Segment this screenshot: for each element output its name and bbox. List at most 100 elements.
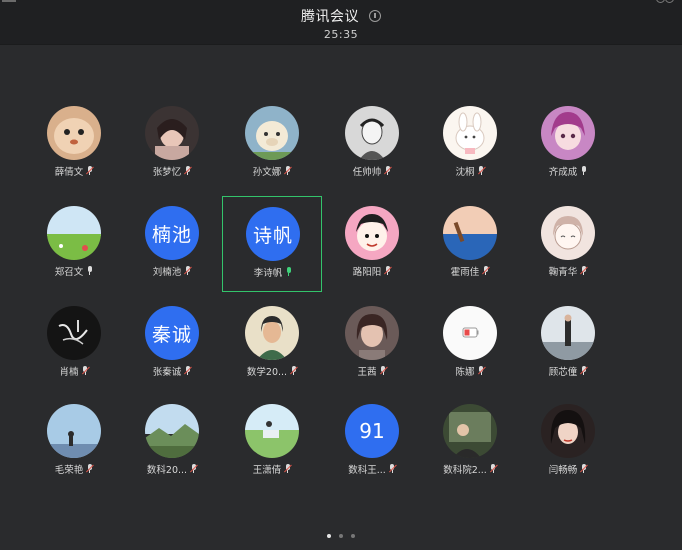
participant-tile[interactable]: 霍雨佳	[420, 196, 520, 292]
participant-tile[interactable]: 王潇倩	[222, 394, 322, 490]
mic-muted-icon	[379, 366, 388, 376]
avatar-initials: 楠池	[145, 206, 199, 260]
participant-tile[interactable]: 闫畅畅	[518, 394, 618, 490]
participant-name-row: 王潇倩	[222, 462, 322, 476]
mic-muted-icon	[384, 266, 393, 276]
mic-muted-icon	[388, 464, 397, 474]
participant-name-row: 路阳阳	[322, 264, 422, 278]
mic-on-icon	[580, 166, 587, 176]
participant-tile[interactable]: 孙文娜	[222, 96, 322, 192]
avatar	[541, 106, 595, 160]
participant-tile[interactable]: 数科院2...	[420, 394, 520, 490]
mic-muted-icon	[580, 266, 589, 276]
participant-name-row: 孙文娜	[222, 164, 322, 178]
participant-name: 霍雨佳	[450, 267, 480, 278]
avatar	[145, 106, 199, 160]
participant-tile[interactable]: 沈桐	[420, 96, 520, 192]
participant-name-row: 薛倩文	[24, 164, 124, 178]
participant-name-row: 鞠青华	[518, 264, 618, 278]
avatar	[47, 206, 101, 260]
participant-tile[interactable]: 肖楠	[24, 296, 124, 392]
avatar-initials: 91	[345, 404, 399, 458]
participant-name-row: 数科王...	[322, 462, 422, 476]
avatar	[345, 206, 399, 260]
participant-tile[interactable]: 任帅帅	[322, 96, 422, 192]
avatar	[541, 404, 595, 458]
avatar	[245, 404, 299, 458]
participant-tile[interactable]: 郑召文	[24, 196, 124, 292]
participant-name-row: 顾芯僮	[518, 364, 618, 378]
participant-tile[interactable]: 薛倩文	[24, 96, 124, 192]
participant-name-row: 张梦忆	[122, 164, 222, 178]
mic-muted-icon	[284, 166, 293, 176]
avatar	[47, 106, 101, 160]
mic-muted-icon	[81, 366, 90, 376]
page-dot[interactable]	[339, 534, 343, 538]
avatar	[443, 106, 497, 160]
mic-muted-icon	[86, 166, 95, 176]
participant-name: 鞠青华	[548, 267, 578, 278]
participant-tile[interactable]: 秦诚 张秦诚	[122, 296, 222, 392]
participant-name: 薛倩文	[54, 167, 84, 178]
mic-muted-icon	[290, 366, 299, 376]
participant-name-row: 毛荣艳	[24, 462, 124, 476]
mic-muted-icon	[184, 266, 193, 276]
participant-name-row: 肖楠	[24, 364, 124, 378]
mic-muted-icon	[477, 166, 486, 176]
participant-name: 数科院2...	[443, 465, 487, 476]
participant-tile[interactable]: 路阳阳	[322, 196, 422, 292]
avatar	[145, 404, 199, 458]
mic-speaking-icon	[285, 267, 292, 277]
avatar	[443, 206, 497, 260]
mic-muted-icon	[489, 464, 498, 474]
participant-name: 李诗帆	[253, 268, 283, 279]
participant-tile[interactable]: 数学20...	[222, 296, 322, 392]
mic-muted-icon	[580, 464, 589, 474]
mic-muted-icon	[184, 166, 193, 176]
avatar	[541, 306, 595, 360]
mic-muted-icon	[580, 366, 589, 376]
avatar	[443, 306, 497, 360]
participant-tile[interactable]: 齐成成	[518, 96, 618, 192]
participant-tile[interactable]: 鞠青华	[518, 196, 618, 292]
participant-name-row: 李诗帆	[223, 265, 323, 279]
participant-tile[interactable]: 王茜	[322, 296, 422, 392]
mic-muted-icon	[477, 366, 486, 376]
participant-name-row: 陈娜	[420, 364, 520, 378]
participant-tile[interactable]: 数科20...	[122, 394, 222, 490]
participant-name: 齐成成	[548, 167, 578, 178]
participant-tile[interactable]: 诗帆 李诗帆	[222, 196, 322, 292]
participant-tile[interactable]: 91 数科王...	[322, 394, 422, 490]
participant-tile[interactable]: 顾芯僮	[518, 296, 618, 392]
participant-name: 任帅帅	[352, 167, 382, 178]
participant-tile[interactable]: 楠池 刘楠池	[122, 196, 222, 292]
participant-tile[interactable]: 毛荣艳	[24, 394, 124, 490]
participant-name-row: 张秦诚	[122, 364, 222, 378]
participant-name: 张秦诚	[152, 367, 182, 378]
participant-grid: 薛倩文 张梦忆 孙文娜 任帅帅 沈桐 齐成成郑召文 楠池刘楠池 诗帆 李诗帆 路阳阳 霍雨佳 鞠青华肖…	[0, 0, 682, 550]
mic-muted-icon	[184, 366, 193, 376]
participant-name-row: 沈桐	[420, 164, 520, 178]
participant-name: 王茜	[357, 367, 377, 378]
avatar	[245, 106, 299, 160]
participant-name-row: 齐成成	[518, 164, 618, 178]
participant-name: 数科20...	[146, 465, 188, 476]
page-dot[interactable]	[327, 534, 331, 538]
participant-tile[interactable]: 张梦忆	[122, 96, 222, 192]
avatar	[345, 306, 399, 360]
participant-name-row: 刘楠池	[122, 264, 222, 278]
avatar	[443, 404, 497, 458]
participant-name-row: 数科20...	[122, 462, 222, 476]
page-dot[interactable]	[351, 534, 355, 538]
participant-name-row: 闫畅畅	[518, 462, 618, 476]
participant-name-row: 任帅帅	[322, 164, 422, 178]
participant-tile[interactable]: 陈娜	[420, 296, 520, 392]
avatar	[541, 206, 595, 260]
participant-name: 张梦忆	[152, 167, 182, 178]
mic-muted-icon	[482, 266, 491, 276]
page-indicator[interactable]	[0, 534, 682, 538]
participant-name: 沈桐	[455, 167, 475, 178]
participant-name: 孙文娜	[252, 167, 282, 178]
participant-name: 顾芯僮	[548, 367, 578, 378]
participant-name: 毛荣艳	[54, 465, 84, 476]
